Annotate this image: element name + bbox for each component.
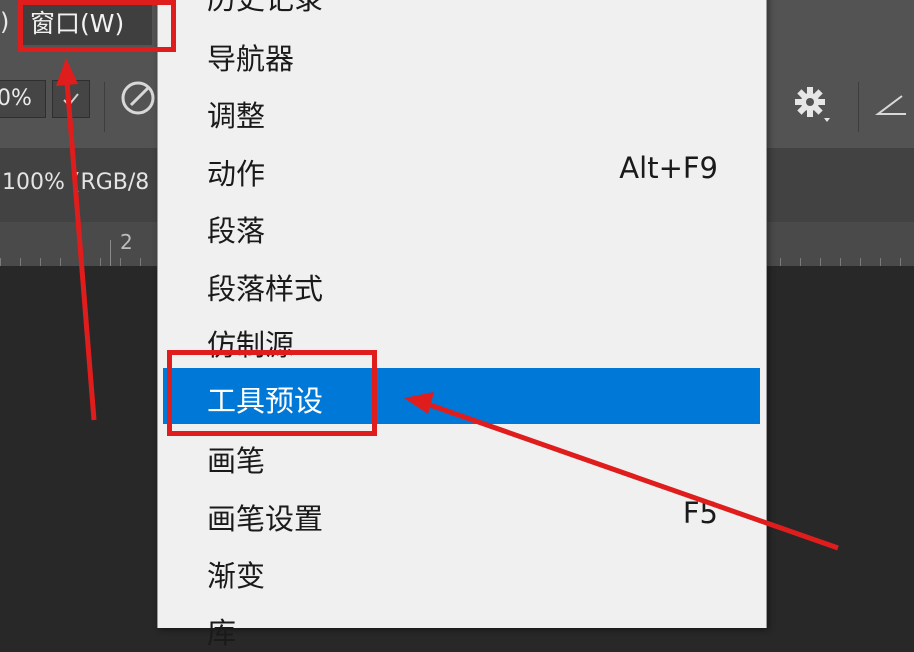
annotation-arrows [56,58,839,551]
arrowhead-tool-presets [404,392,434,414]
arrow-to-window-menu [64,81,97,421]
arrowhead-window-menu [56,58,78,86]
arrow-to-tool-presets [429,402,839,551]
